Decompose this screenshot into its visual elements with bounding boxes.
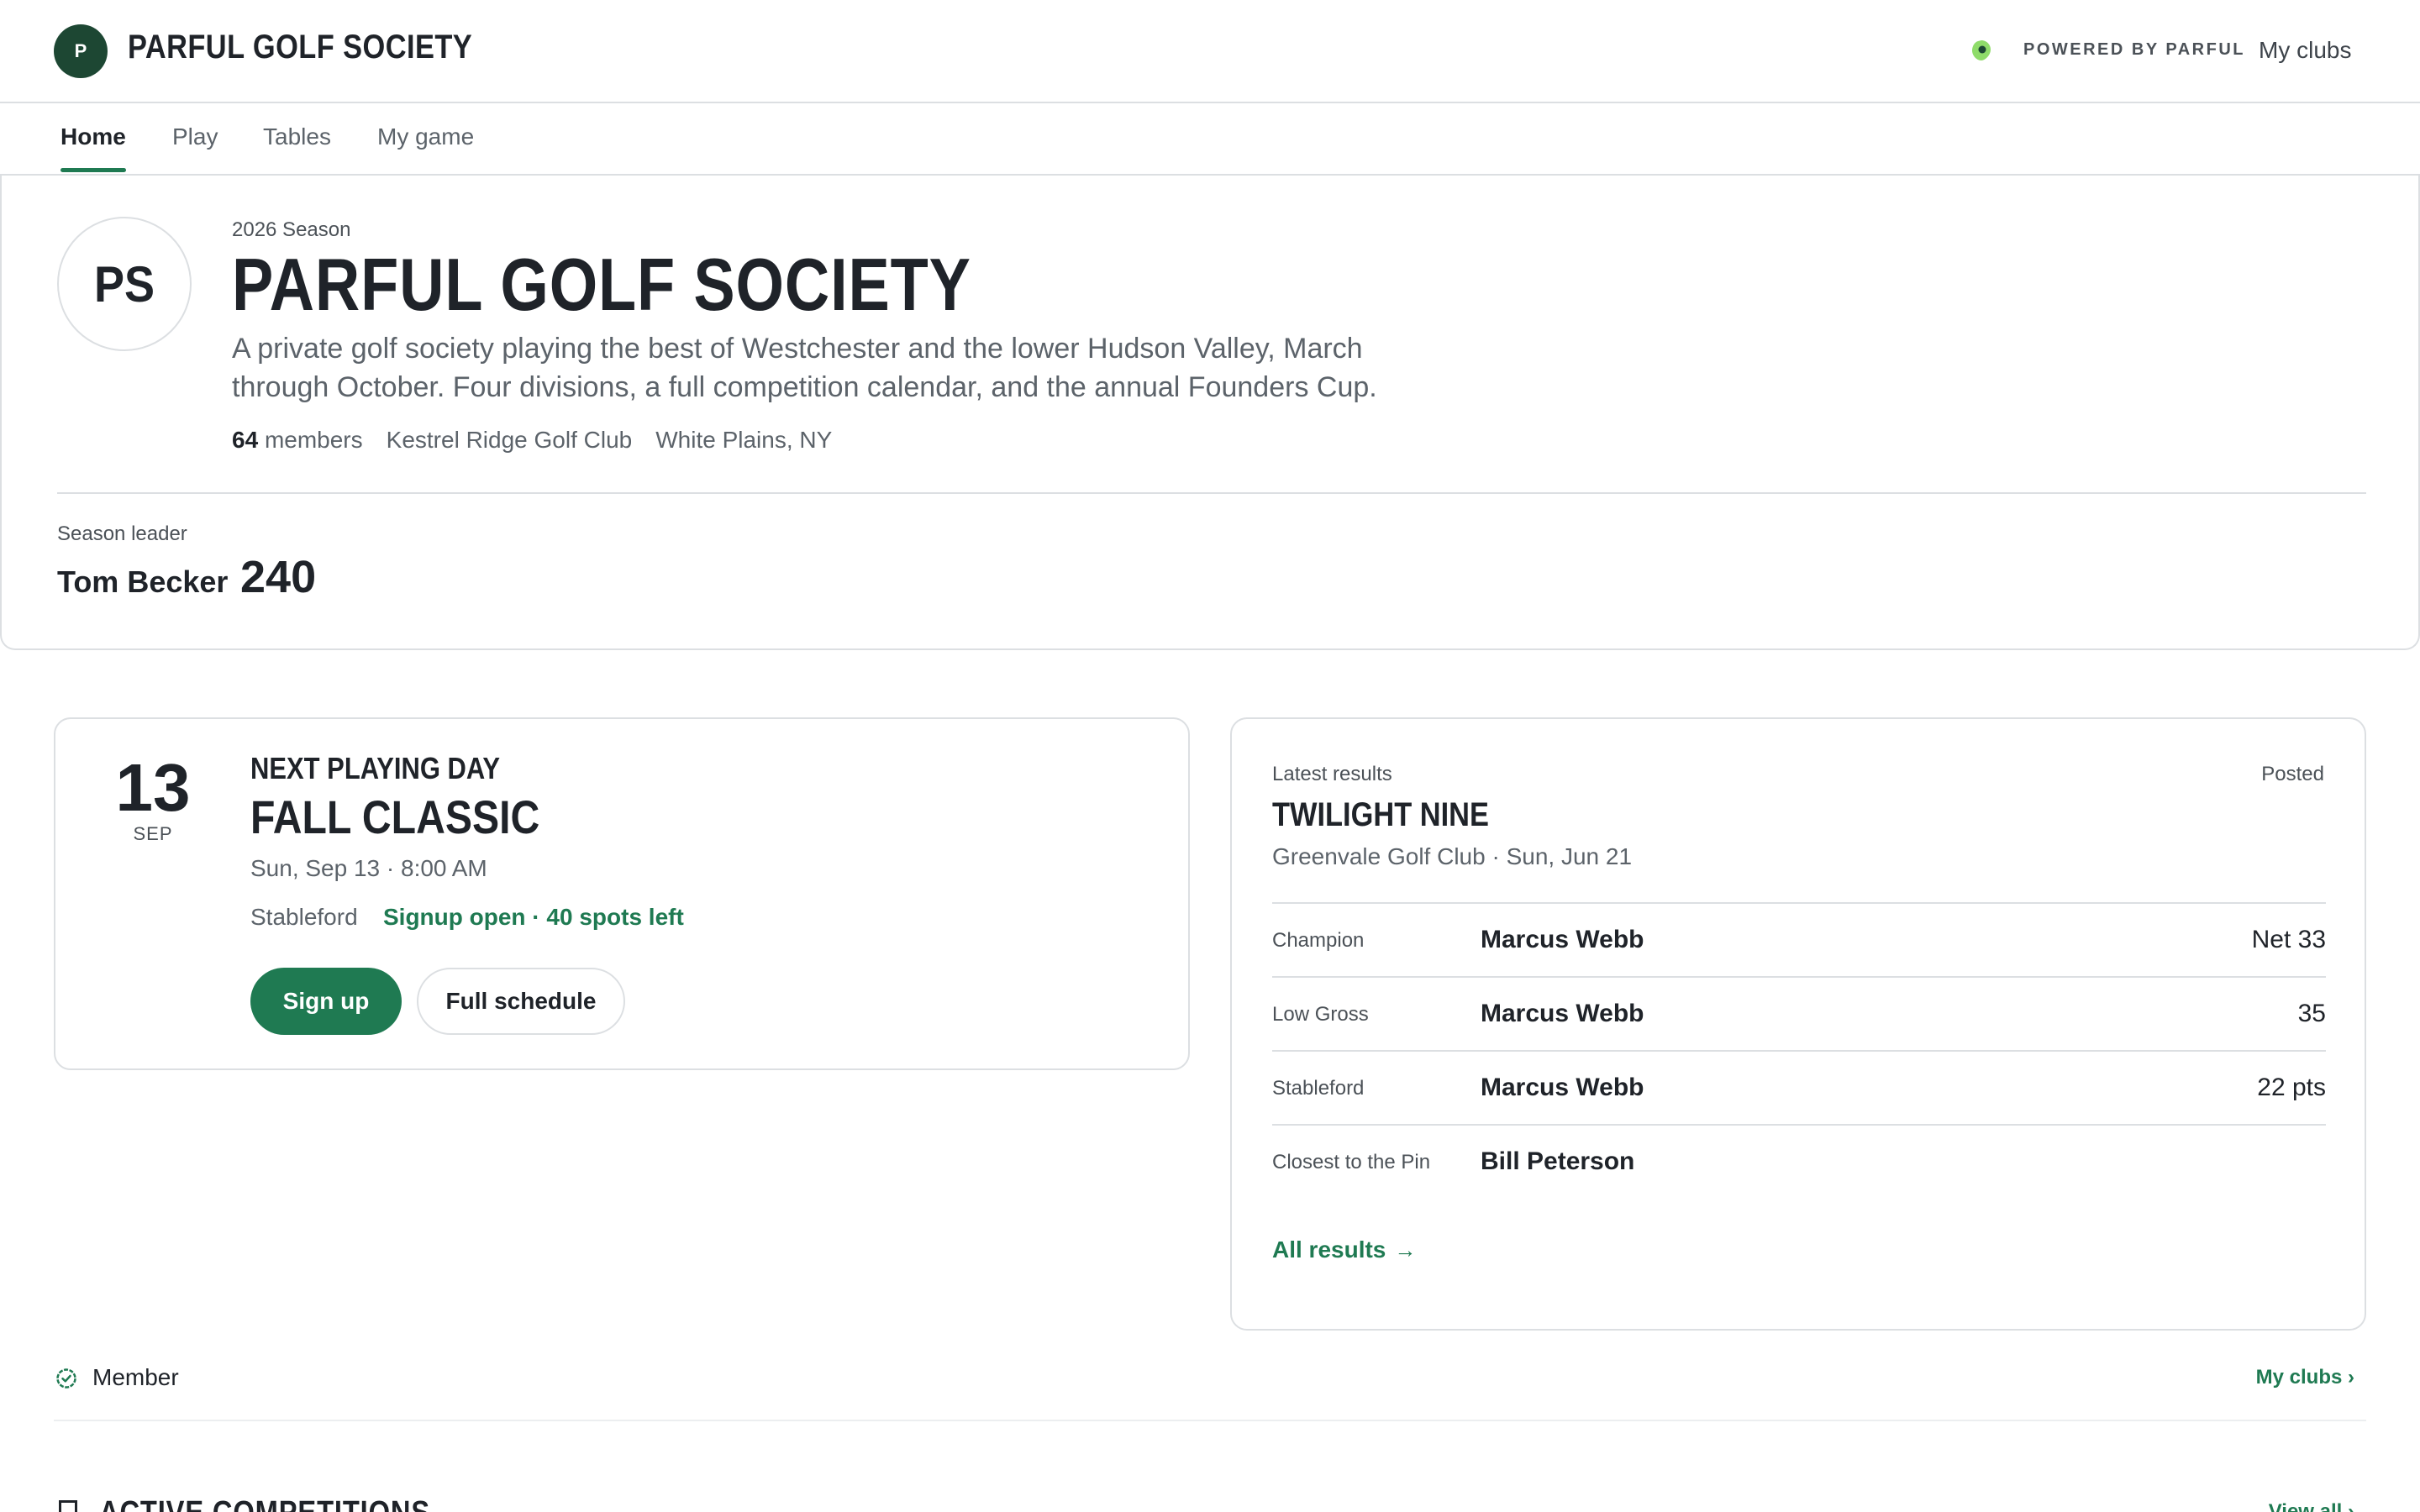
membership-status: Member xyxy=(92,1364,179,1390)
verified-check-icon xyxy=(56,1368,76,1389)
results-winner[interactable]: Marcus Webb xyxy=(1481,926,1644,954)
event-datetime: Sun, Sep 13 · 8:00 AM xyxy=(250,855,487,881)
tab-play[interactable]: Play xyxy=(172,123,218,150)
all-results-label: All results xyxy=(1272,1236,1386,1263)
results-row: Closest to the Pin Bill Peterson xyxy=(1272,1124,2326,1198)
trophy-icon xyxy=(59,1500,77,1512)
sign-up-button[interactable]: Sign up xyxy=(250,968,402,1035)
divider xyxy=(57,492,2366,494)
results-category: Closest to the Pin xyxy=(1272,1151,1431,1173)
tab-my-game[interactable]: My game xyxy=(377,123,474,150)
results-table: Champion Marcus Webb Net 33 Low Gross Ma… xyxy=(1272,902,2326,1198)
club-name[interactable]: PARFUL GOLF SOCIETY xyxy=(128,29,472,66)
powered-by-label: POWERED BY PARFUL xyxy=(2023,40,2245,59)
results-score: 22 pts xyxy=(2257,1074,2326,1101)
full-schedule-button[interactable]: Full schedule xyxy=(417,968,625,1035)
results-winner[interactable]: Marcus Webb xyxy=(1481,1074,1644,1102)
all-results-link[interactable]: All results → xyxy=(1272,1236,1416,1263)
latest-results-card: Latest results Posted TWILIGHT NINE Gree… xyxy=(1230,717,2366,1331)
active-competitions-heading: ACTIVE COMPETITIONS xyxy=(99,1495,430,1512)
season-leader-points: 240 xyxy=(240,552,317,602)
results-row: Champion Marcus Webb Net 33 xyxy=(1272,902,2326,976)
my-clubs-secondary-link[interactable]: My clubs › xyxy=(2256,1366,2354,1389)
club-avatar: PS xyxy=(57,217,192,351)
page-title: PARFUL GOLF SOCIETY xyxy=(232,243,971,326)
results-event-subtitle: Greenvale Golf Club · Sun, Jun 21 xyxy=(1272,843,1633,869)
signup-status: Signup open · 40 spots left xyxy=(383,904,684,930)
divider xyxy=(54,1420,2366,1421)
results-category: Stableford xyxy=(1272,1077,1365,1100)
results-winner[interactable]: Bill Peterson xyxy=(1481,1147,1634,1176)
next-playing-day-card: 13 SEP NEXT PLAYING DAY FALL CLASSIC Sun… xyxy=(54,717,1190,1070)
club-logo[interactable]: P xyxy=(54,24,108,78)
club-meta: 64 members Kestrel Ridge Golf Club White P… xyxy=(232,427,832,454)
tab-home[interactable]: Home xyxy=(60,123,126,150)
club-location: White Plains, NY xyxy=(655,427,833,453)
results-score: 35 xyxy=(2297,1000,2326,1027)
top-bar: P PARFUL GOLF SOCIETY POWERED BY PARFUL … xyxy=(0,0,2420,103)
parful-logo-icon xyxy=(1972,40,1991,60)
results-status: Posted xyxy=(2261,763,2324,785)
results-row: Low Gross Marcus Webb 35 xyxy=(1272,976,2326,1050)
members-label: members xyxy=(264,427,363,453)
club-avatar-initials: PS xyxy=(93,255,155,312)
tab-tables[interactable]: Tables xyxy=(263,123,331,150)
view-all-competitions-link[interactable]: View all › xyxy=(2269,1500,2354,1512)
member-count: 64 xyxy=(232,427,259,453)
active-tab-indicator xyxy=(60,168,126,172)
results-event-title[interactable]: TWILIGHT NINE xyxy=(1272,796,1489,834)
club-description: A private golf society playing the best … xyxy=(232,333,1377,403)
main-tabs: Home Play Tables My game xyxy=(0,105,2420,176)
event-format: Stableford xyxy=(250,904,358,930)
event-date-day: 13 xyxy=(115,750,191,825)
arrow-right-icon: → xyxy=(1394,1237,1417,1263)
next-playing-day-label: NEXT PLAYING DAY xyxy=(250,751,501,785)
season-leader-name[interactable]: Tom Becker xyxy=(57,564,228,600)
event-title[interactable]: FALL CLASSIC xyxy=(250,790,539,844)
event-date-month: SEP xyxy=(133,823,173,844)
results-score: Net 33 xyxy=(2251,926,2326,953)
season-label: 2026 Season xyxy=(232,218,351,241)
my-clubs-link[interactable]: My clubs xyxy=(2259,37,2351,64)
home-club: Kestrel Ridge Golf Club xyxy=(386,427,633,453)
results-category: Low Gross xyxy=(1272,1003,1369,1026)
results-row: Stableford Marcus Webb 22 pts xyxy=(1272,1050,2326,1124)
season-leader-label: Season leader xyxy=(57,522,187,545)
results-winner[interactable]: Marcus Webb xyxy=(1481,1000,1644,1028)
latest-results-label: Latest results xyxy=(1272,763,1392,785)
results-category: Champion xyxy=(1272,929,1365,952)
club-hero-card: PS 2026 Season PARFUL GOLF SOCIETY A pri… xyxy=(0,175,2420,650)
